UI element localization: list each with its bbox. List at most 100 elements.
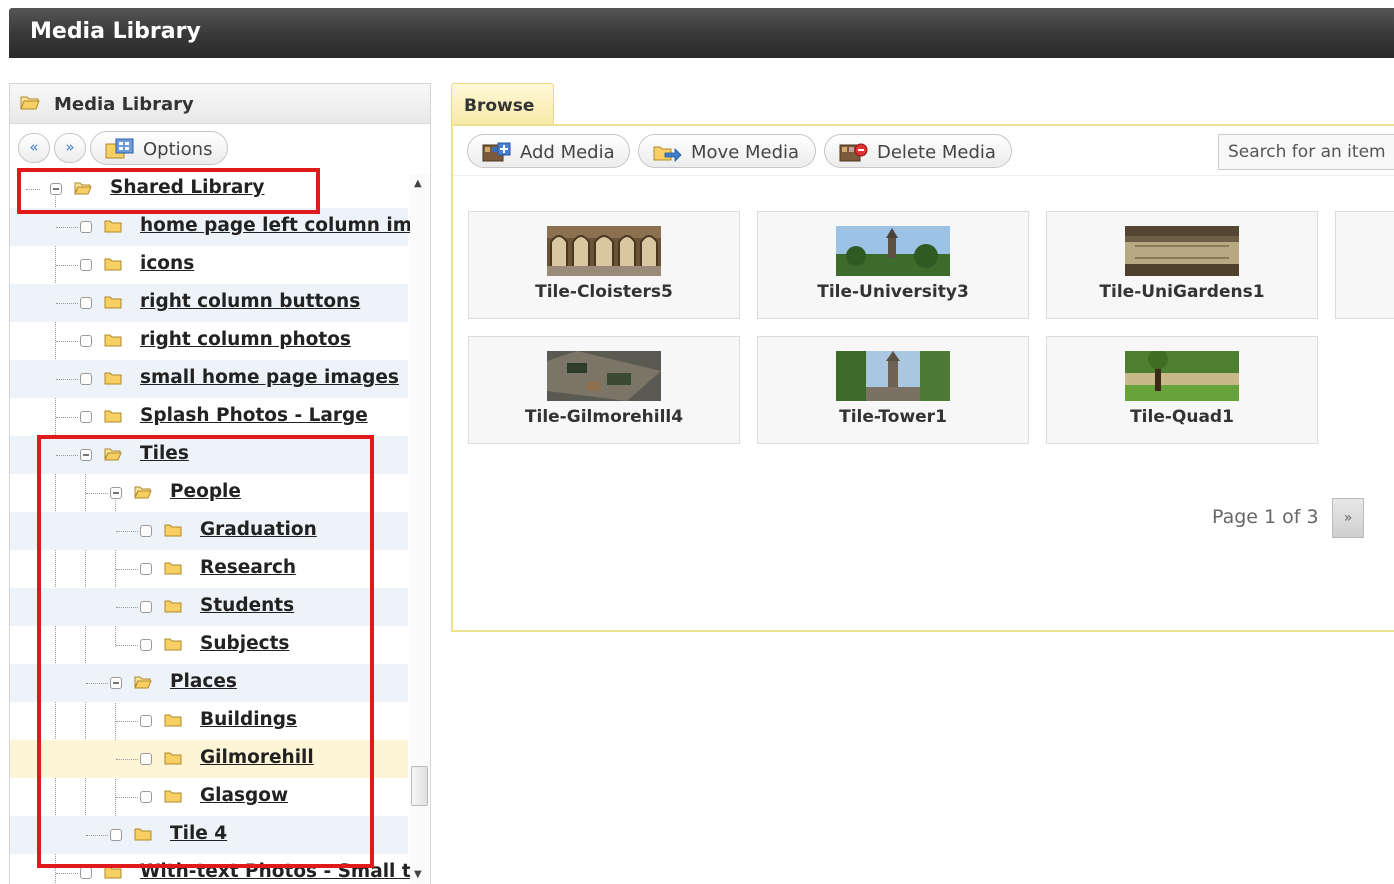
next-page-button[interactable]: »	[1332, 498, 1364, 538]
tree-label[interactable]: Gilmorehill	[200, 747, 314, 768]
media-tile[interactable]	[1335, 211, 1394, 319]
chevron-double-right-icon: »	[1343, 510, 1353, 526]
tree-item-right-column-buttons[interactable]: right column buttons	[10, 284, 408, 322]
expand-toggle[interactable]	[110, 829, 122, 841]
tree-scrollbar[interactable]: ▲ ▼	[410, 174, 430, 884]
delete-media-button[interactable]: Delete Media	[824, 134, 1012, 168]
tree-label[interactable]: Research	[200, 557, 296, 578]
expand-toggle[interactable]	[140, 601, 152, 613]
tree-label[interactable]: home page left column im	[140, 215, 412, 236]
tree-label[interactable]: Shared Library	[110, 177, 265, 198]
media-thumbnail	[1125, 351, 1239, 401]
collapse-toggle[interactable]	[110, 677, 122, 689]
scroll-thumb[interactable]	[411, 766, 428, 806]
media-thumbnail	[547, 351, 661, 401]
add-media-icon	[482, 142, 511, 162]
tree-item-shared-library[interactable]: Shared Library	[10, 170, 408, 208]
move-folder-icon	[653, 146, 682, 162]
tree-item-right-column-photos[interactable]: right column photos	[10, 322, 408, 360]
tree-item-research[interactable]: Research	[10, 550, 408, 588]
previous-button[interactable]: «	[18, 133, 50, 163]
tree-item-places[interactable]: Places	[10, 664, 408, 702]
tree-item-home-page-left-column[interactable]: home page left column im	[10, 208, 412, 246]
window-title: Media Library	[30, 19, 201, 44]
tree-item-graduation[interactable]: Graduation	[10, 512, 408, 550]
search-box[interactable]	[1218, 134, 1394, 170]
media-library-app: Media Library Media Library « » Options	[0, 0, 1394, 884]
expand-toggle[interactable]	[80, 335, 92, 347]
expand-toggle[interactable]	[80, 259, 92, 271]
folder-icon	[164, 524, 182, 537]
next-button[interactable]: »	[54, 133, 86, 163]
folder-icon	[164, 600, 182, 613]
expand-toggle[interactable]	[140, 639, 152, 651]
tree-item-buildings[interactable]: Buildings	[10, 702, 408, 740]
tree-label[interactable]: Tiles	[140, 443, 189, 464]
media-tile[interactable]: Tile-Quad1	[1046, 336, 1318, 444]
move-media-button[interactable]: Move Media	[638, 134, 816, 168]
tree-label[interactable]: Tile 4	[170, 823, 227, 844]
expand-toggle[interactable]	[80, 221, 92, 233]
collapse-toggle[interactable]	[110, 487, 122, 499]
tree-label[interactable]: Buildings	[200, 709, 297, 730]
tree-label[interactable]: Graduation	[200, 519, 317, 540]
tree-label[interactable]: Places	[170, 671, 237, 692]
tree-label[interactable]: Glasgow	[200, 785, 288, 806]
tree-item-glasgow[interactable]: Glasgow	[10, 778, 408, 816]
media-tile[interactable]: Tile-University3	[757, 211, 1029, 319]
scroll-up-icon[interactable]: ▲	[414, 178, 422, 189]
folder-icon	[104, 866, 122, 879]
search-input[interactable]	[1219, 135, 1394, 169]
tab-browse[interactable]: Browse	[451, 83, 554, 125]
expand-toggle[interactable]	[80, 297, 92, 309]
tree-item-gilmorehill[interactable]: Gilmorehill	[10, 740, 408, 778]
add-media-button[interactable]: Add Media	[467, 134, 630, 168]
tree-label[interactable]: Students	[200, 595, 294, 616]
expand-toggle[interactable]	[140, 753, 152, 765]
media-tile[interactable]: Tile-Tower1	[757, 336, 1029, 444]
media-tile-label: Tile-UniGardens1	[1099, 282, 1265, 302]
tree-label[interactable]: right column photos	[140, 329, 351, 350]
expand-toggle[interactable]	[140, 791, 152, 803]
tree-item-small-home-page-images[interactable]: small home page images	[10, 360, 408, 398]
tree-label[interactable]: Splash Photos - Large	[140, 405, 368, 426]
tree-label[interactable]: right column buttons	[140, 291, 360, 312]
expand-toggle[interactable]	[140, 563, 152, 575]
options-button[interactable]: Options	[90, 131, 228, 165]
tree-label[interactable]: small home page images	[140, 367, 399, 388]
tree-item-splash-photos-large[interactable]: Splash Photos - Large	[10, 398, 408, 436]
folder-icon	[104, 296, 122, 309]
title-bar: Media Library	[9, 8, 1394, 58]
tree-item-tile-4[interactable]: Tile 4	[10, 816, 408, 854]
media-thumbnail	[1125, 226, 1239, 276]
expand-toggle[interactable]	[140, 715, 152, 727]
tree-item-students[interactable]: Students	[10, 588, 408, 626]
add-media-label: Add Media	[520, 142, 615, 163]
expand-toggle[interactable]	[140, 525, 152, 537]
collapse-toggle[interactable]	[80, 449, 92, 461]
media-tile-label: Tile-University3	[817, 282, 969, 302]
scroll-down-icon[interactable]: ▼	[414, 869, 422, 880]
folder-panel-header: Media Library	[10, 84, 430, 124]
options-icon	[105, 138, 134, 159]
folder-icon	[164, 752, 182, 765]
tree-label[interactable]: People	[170, 481, 241, 502]
tree-item-people[interactable]: People	[10, 474, 408, 512]
media-tile[interactable]: Tile-UniGardens1	[1046, 211, 1318, 319]
delete-media-label: Delete Media	[877, 142, 996, 163]
collapse-toggle[interactable]	[50, 183, 62, 195]
media-tile[interactable]: Tile-Gilmorehill4	[468, 336, 740, 444]
tree-label[interactable]: With-text Photos - Small t	[140, 861, 411, 882]
folder-panel-title: Media Library	[54, 94, 194, 115]
tree-item-icons[interactable]: icons	[10, 246, 408, 284]
tree-item-subjects[interactable]: Subjects	[10, 626, 408, 664]
tree-label[interactable]: Subjects	[200, 633, 289, 654]
media-tile[interactable]: Tile-Cloisters5	[468, 211, 740, 319]
expand-toggle[interactable]	[80, 411, 92, 423]
tree-label[interactable]: icons	[140, 253, 194, 274]
tree-item-with-text-photos-small[interactable]: With-text Photos - Small t	[10, 854, 411, 884]
expand-toggle[interactable]	[80, 867, 92, 879]
media-thumbnail	[836, 351, 950, 401]
tree-item-tiles[interactable]: Tiles	[10, 436, 408, 474]
expand-toggle[interactable]	[80, 373, 92, 385]
